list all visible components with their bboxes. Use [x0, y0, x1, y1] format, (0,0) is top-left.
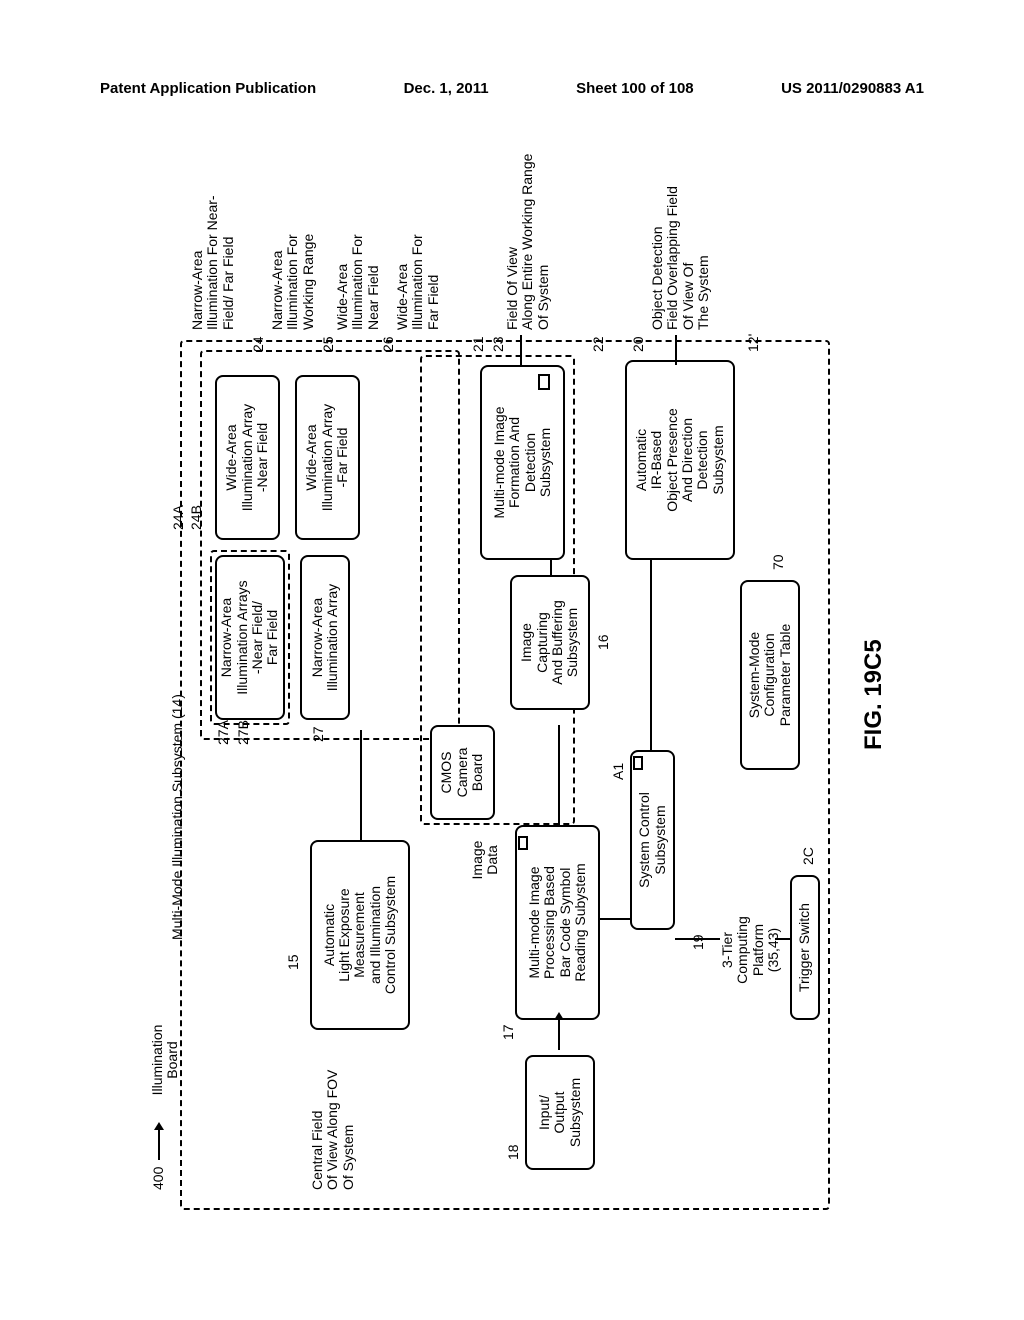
page-root: Patent Application Publication Dec. 1, 2… — [0, 0, 1024, 1320]
ref-70: 70 — [770, 554, 786, 570]
ref-24: 24 — [250, 336, 266, 352]
box-image-capture: Image Capturing And Buffering Subsystem — [510, 575, 590, 710]
out-narrow-near-far: Narrow-Area Illumination For Near- Field… — [190, 140, 236, 330]
out-fov-entire: Field Of View Along Entire Working Range… — [505, 130, 551, 330]
ref-22: 22 — [590, 336, 606, 352]
ref-25: 25 — [320, 336, 336, 352]
box-ir-object: Automatic IR-Based Object Presence And D… — [625, 360, 735, 560]
out-wide-near: Wide-Area Illumination For Near Field — [335, 140, 381, 330]
rotated-wrapper: Multi-Mode Illumination Subsystem (14) I… — [120, 130, 920, 1220]
ref-18: 18 — [505, 1144, 521, 1160]
ref-16: 16 — [595, 634, 611, 650]
header-left: Patent Application Publication — [100, 80, 316, 97]
ref-400: 400 — [150, 1167, 166, 1190]
ref-27: 27 — [310, 726, 326, 742]
line-9 — [675, 938, 720, 940]
box-io-subsystem: Input/ Output Subsystem — [525, 1055, 595, 1170]
out-wide-far: Wide-Area Illumination For Far Field — [395, 140, 441, 330]
ref-19: 19 — [690, 934, 706, 950]
ref-12p: 12' — [745, 334, 761, 352]
header-center: Dec. 1, 2011 — [404, 80, 489, 97]
line-6 — [550, 560, 552, 575]
illumination-board-label: Illumination Board — [150, 1000, 181, 1120]
out-narrow-working: Narrow-Area Illumination For Working Ran… — [270, 140, 316, 330]
ref-26: 26 — [380, 336, 396, 352]
ref-24A: 24A — [170, 505, 186, 530]
ref-27A: 27A — [215, 720, 231, 745]
ref-21: 21 — [470, 336, 486, 352]
line-2 — [558, 1020, 560, 1050]
box-ale-subsystem: Automatic Light Exposure Measurement and… — [310, 840, 410, 1030]
diagram: Multi-Mode Illumination Subsystem (14) I… — [120, 130, 920, 1220]
ref-23: 23 — [490, 336, 506, 352]
content-area: Multi-Mode Illumination Subsystem (14) I… — [120, 130, 920, 1220]
header-pub: US 2011/0290883 A1 — [781, 80, 924, 97]
figure-label: FIG. 19C5 — [860, 639, 888, 750]
ref-15: 15 — [285, 954, 301, 970]
line-7 — [520, 335, 522, 365]
label-image-data: Image Data — [470, 830, 501, 890]
ref-2C: 2C — [800, 847, 816, 865]
line-3 — [558, 725, 560, 825]
header-sheet: Sheet 100 of 108 — [576, 80, 694, 97]
box-system-control: System Control Subsystem — [630, 750, 675, 930]
label-three-tier: 3-Tier Computing Platform (35,43) — [720, 880, 782, 1020]
box-trigger-switch: Trigger Switch — [790, 875, 820, 1020]
line-1 — [360, 730, 362, 840]
box-narrow-near-far: Narrow-Area Illumination Arrays -Near Fi… — [215, 555, 285, 720]
ref-17: 17 — [500, 1024, 516, 1040]
ref-A1: A1 — [610, 763, 626, 780]
multimode-label: Multi-Mode Illumination Subsystem (14) — [170, 580, 185, 940]
ref-20: 20 — [630, 336, 646, 352]
ref-24B: 24B — [188, 505, 204, 530]
arrow-400 — [158, 1130, 160, 1160]
box-wide-near: Wide-Area Illumination Array -Near Field — [215, 375, 280, 540]
central-fov-label: Central Field Of View Along FOV Of Syste… — [310, 1040, 356, 1190]
line-10 — [775, 938, 790, 940]
line-5 — [650, 560, 652, 750]
box-wide-far: Wide-Area Illumination Array -Far Field — [295, 375, 360, 540]
out-obj-detection: Object Detection Field Overlapping Field… — [650, 130, 712, 330]
box-param-table: System-Mode Configuration Parameter Tabl… — [740, 580, 800, 770]
page-header: Patent Application Publication Dec. 1, 2… — [100, 80, 924, 97]
box-mm-image-processing: Multi-mode Image Processing Based Bar Co… — [515, 825, 600, 1020]
line-4 — [600, 918, 630, 920]
chip-system-control — [633, 756, 643, 770]
ref-27B: 27B — [235, 720, 251, 745]
box-narrow-array: Narrow-Area Illumination Array — [300, 555, 350, 720]
line-8 — [675, 335, 677, 365]
chip-mm-processing — [518, 836, 528, 850]
